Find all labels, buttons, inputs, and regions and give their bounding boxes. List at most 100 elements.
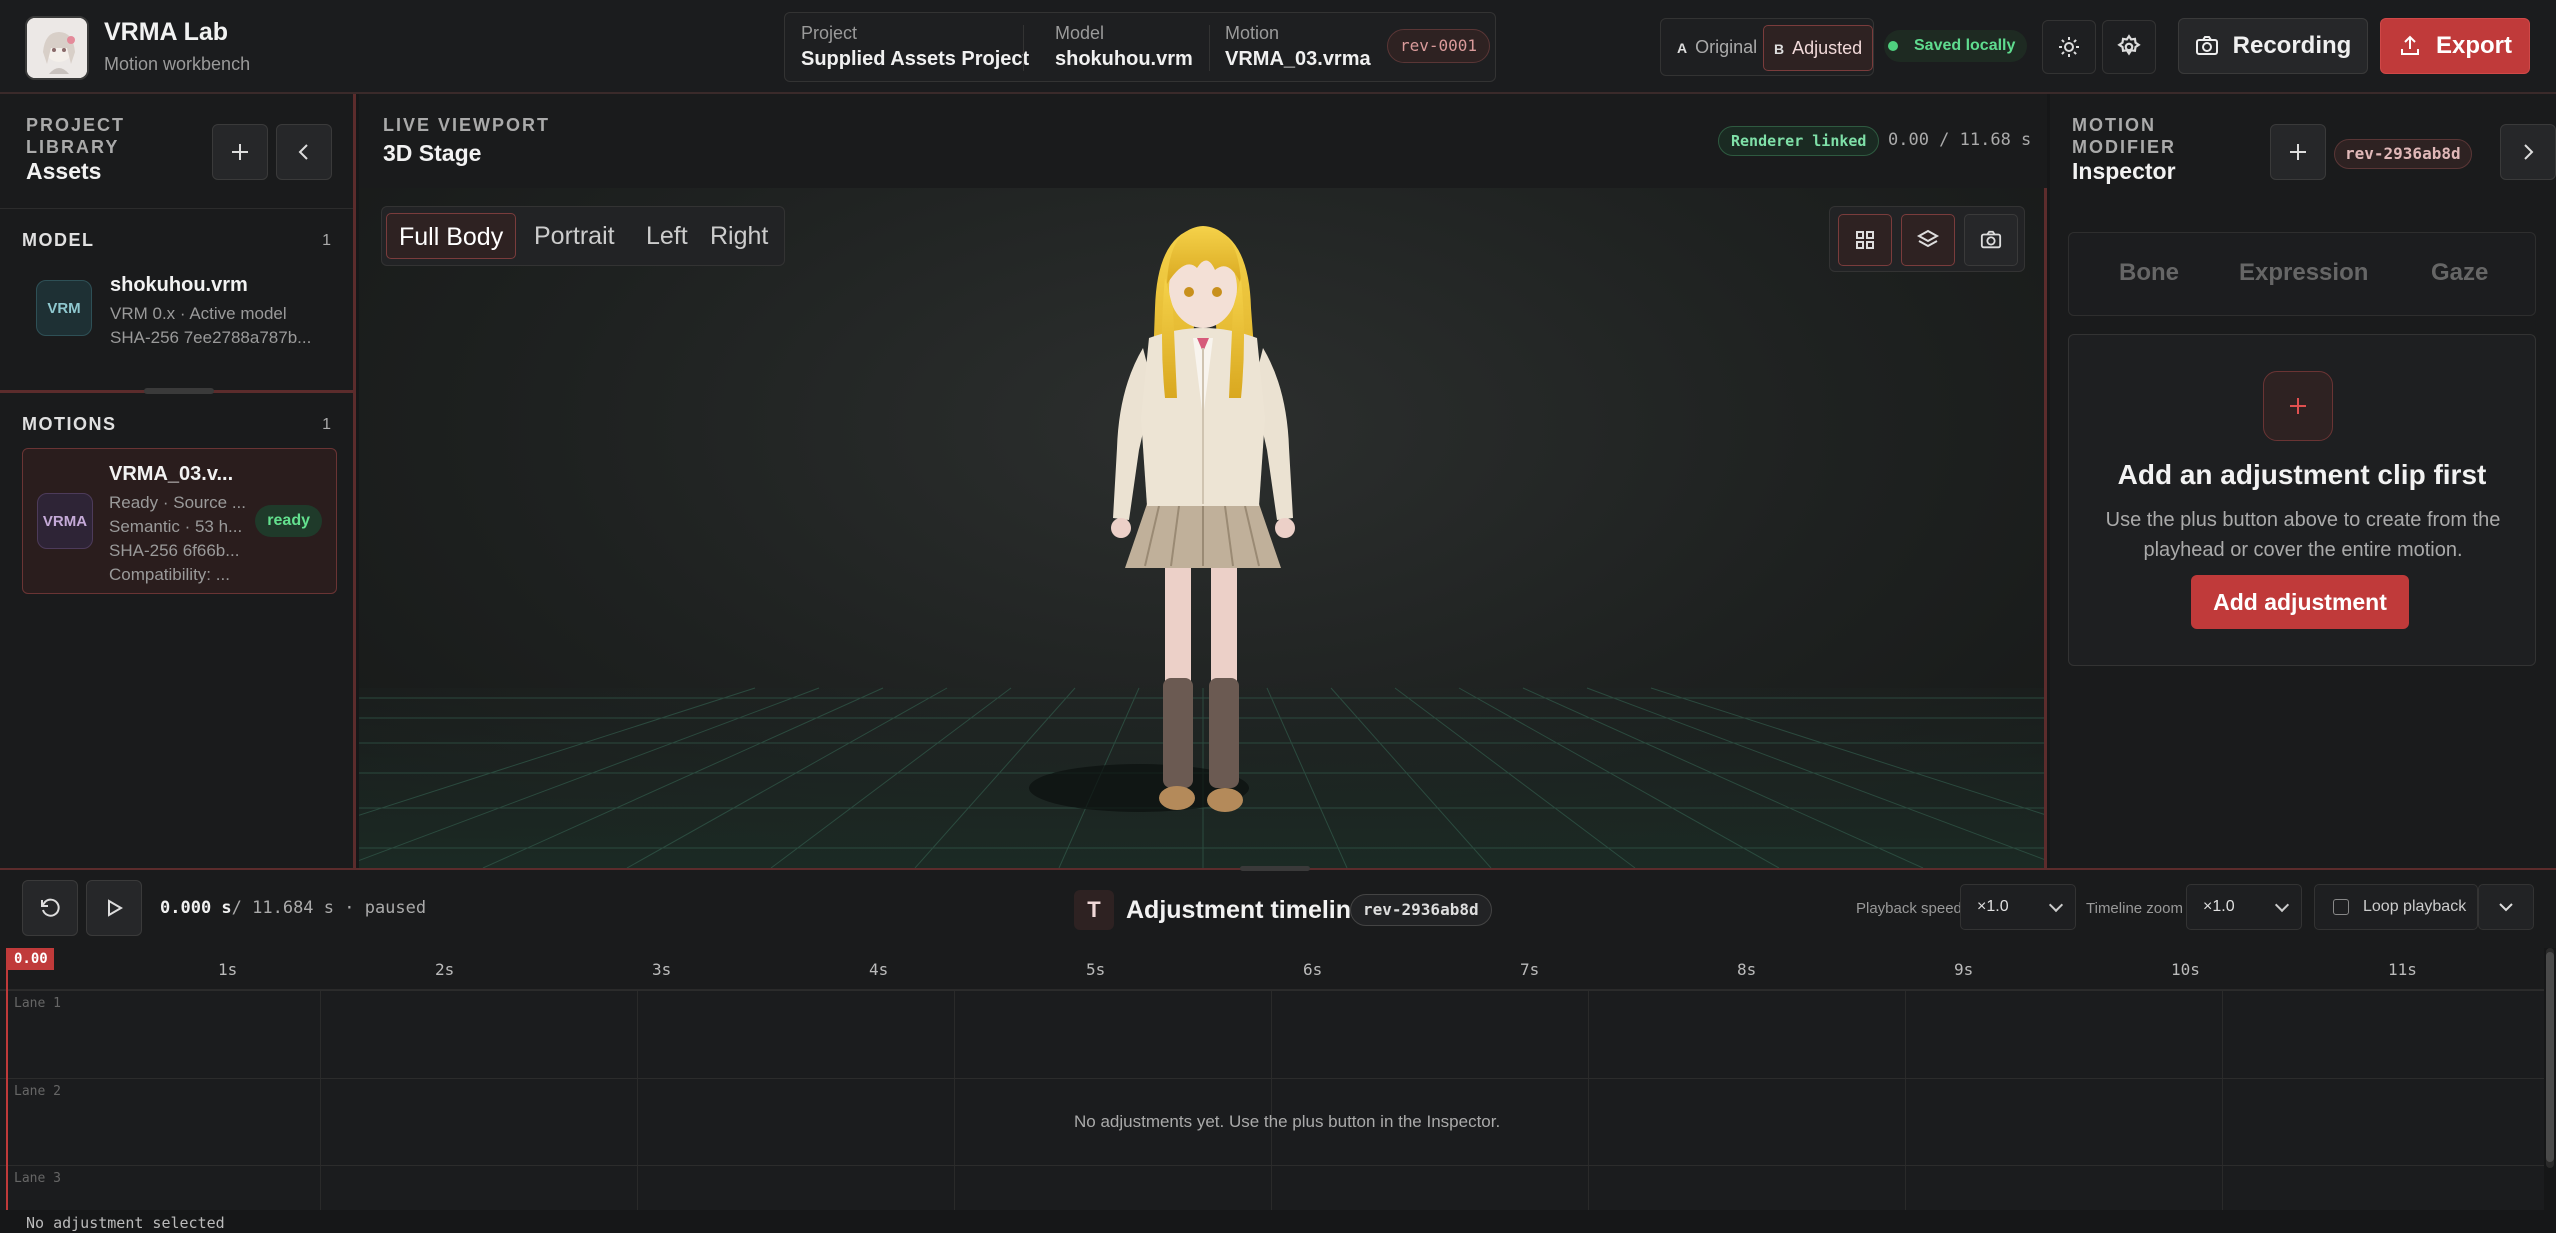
expand-panel-button[interactable] [2500,124,2556,180]
divider [1023,25,1024,71]
grid-toggle-button[interactable] [1838,214,1892,266]
vrma-file-icon: VRMA [37,493,93,549]
grid-line [1271,990,1272,1210]
grid-line [954,990,955,1210]
model-label: Model [1055,23,1105,43]
add-clip-button[interactable] [2270,124,2326,180]
motion-file-name: VRMA_03.v... [109,463,234,485]
viewport-time: 0.00 / 11.68 s [1888,130,2032,150]
loop-playback-toggle[interactable]: Loop playback [2314,884,2478,930]
selection-status: No adjustment selected [26,1214,225,1232]
loop-label: Loop playback [2363,898,2467,915]
timeline-zoom-select[interactable]: ×1.0 [2186,884,2302,930]
timeline-title: Adjustment timeline [1126,896,1365,924]
project-summary: Project Supplied Assets Project Model sh… [784,12,1496,82]
top-bar: VRMA Lab Motion workbench Project Suppli… [0,0,2556,94]
snapshot-button[interactable] [1964,214,2018,266]
model-list-item[interactable]: VRM shokuhou.vrm VRM 0.x · Active model … [22,270,337,380]
original-label: Original [1695,37,1758,57]
motion-compatibility: Compatibility: ... [109,565,230,584]
playback-time: 0.000 s/ 11.684 s · paused [160,898,426,918]
settings-button[interactable] [2102,20,2156,74]
collapse-panel-button[interactable] [276,124,332,180]
viewport-title-block: LIVE VIEWPORT 3D Stage [383,114,550,167]
recording-button[interactable]: Recording [2178,18,2368,74]
preset-full-body[interactable]: Full Body [386,213,517,259]
divider [0,208,353,209]
inspector-revision-badge: rev-2936ab8d [2334,139,2472,169]
lane-2-label: Lane 2 [14,1084,61,1099]
camera-preset-group: Full Body Portrait Left Right [381,206,785,266]
timeline-ruler[interactable]: 0.00 1s 2s 3s 4s 5s 6s 7s 8s 9s 10s 11s [0,948,2544,990]
motion-list-item[interactable]: VRMA VRMA_03.v... Ready · Source ... Sem… [22,448,337,594]
tab-bone[interactable]: Bone [2119,259,2179,287]
empty-state-text: Use the plus button above to create from… [2105,509,2501,561]
timeline-lanes[interactable]: Lane 1 Lane 2 Lane 3 [0,990,2544,1210]
resize-handle[interactable] [144,388,214,394]
inspector-title: Inspector [2072,158,2176,184]
tab-expression[interactable]: Expression [2239,259,2368,287]
adjusted-toggle[interactable]: B Adjusted [1763,25,1874,71]
layers-icon [1916,229,1940,248]
timeline-resize-handle[interactable] [1240,866,1310,871]
motions-section-label: MOTIONS [22,414,117,434]
lane-divider [0,1165,2544,1166]
loop-checkbox[interactable] [2333,899,2349,915]
model-section-label: MODEL [22,230,95,250]
original-toggle[interactable]: A Original [1667,25,1767,71]
stage-scene [359,226,2044,868]
camera-icon [1980,230,2002,249]
grid-icon [1856,231,1874,249]
revision-badge: rev-0001 [1387,29,1491,63]
export-label: Export [2435,32,2512,59]
sun-icon [2059,37,2079,57]
motion-info: Motion VRMA_03.vrma [1225,23,1371,71]
ruler-tick-label: 2s [435,960,455,979]
viewport-title: 3D Stage [383,140,482,166]
play-button[interactable] [86,880,142,936]
plus-icon [2290,144,2306,160]
export-button[interactable]: Export [2380,18,2530,74]
divider [1209,25,1210,71]
preset-right[interactable]: Right [698,213,780,259]
add-adjustment-button[interactable]: Add adjustment [2191,575,2409,629]
empty-state-title: Add an adjustment clip first [2117,459,2487,490]
total-time: / 11.684 s · paused [231,898,427,918]
viewport-tools [1829,206,2025,272]
rewind-button[interactable] [22,880,78,936]
ruler-tick-label: 5s [1086,960,1106,979]
playback-speed-select[interactable]: ×1.0 [1960,884,2076,930]
preset-left[interactable]: Left [634,213,700,259]
scrollbar-thumb[interactable] [2546,952,2554,1162]
preset-portrait[interactable]: Portrait [522,213,627,259]
ruler-tick-label: 7s [1520,960,1540,979]
inspector-tabs: Bone Expression Gaze [2068,232,2536,316]
ruler-tick-label: 4s [869,960,889,979]
recording-label: Recording [2232,32,2352,59]
status-bar: No adjustment selected [0,1210,2556,1233]
saved-status-badge: Saved locally [1884,30,2028,62]
panel-title: Assets [26,158,102,184]
plus-icon [2290,398,2306,414]
3d-stage[interactable]: Full Body Portrait Left Right [359,188,2047,868]
theme-toggle-button[interactable] [2042,20,2096,74]
tab-gaze[interactable]: Gaze [2431,259,2488,287]
motion-meta-semantic: Semantic · 53 h... [109,517,243,536]
playhead[interactable] [6,948,8,1210]
lane-1-label: Lane 1 [14,996,61,1011]
model-name: shokuhou.vrm [1055,48,1193,70]
add-asset-button[interactable] [212,124,268,180]
viewport-kicker: LIVE VIEWPORT [383,115,551,135]
motion-label: Motion [1225,23,1280,43]
ruler-tick-label: 11s [2388,960,2417,979]
layers-toggle-button[interactable] [1901,214,1955,266]
model-meta: VRM 0.x · Active model [110,304,287,323]
vrm-file-icon: VRM [36,280,92,336]
timeline-collapse-button[interactable] [2478,884,2534,930]
add-clip-shortcut[interactable] [2263,371,2333,441]
model-hash: SHA-256 7ee2788a787b... [110,328,312,347]
gear-icon [2117,34,2141,56]
adjusted-label: Adjusted [1792,38,1863,58]
grid-line [1905,990,1906,1210]
grid-line [320,990,321,1210]
